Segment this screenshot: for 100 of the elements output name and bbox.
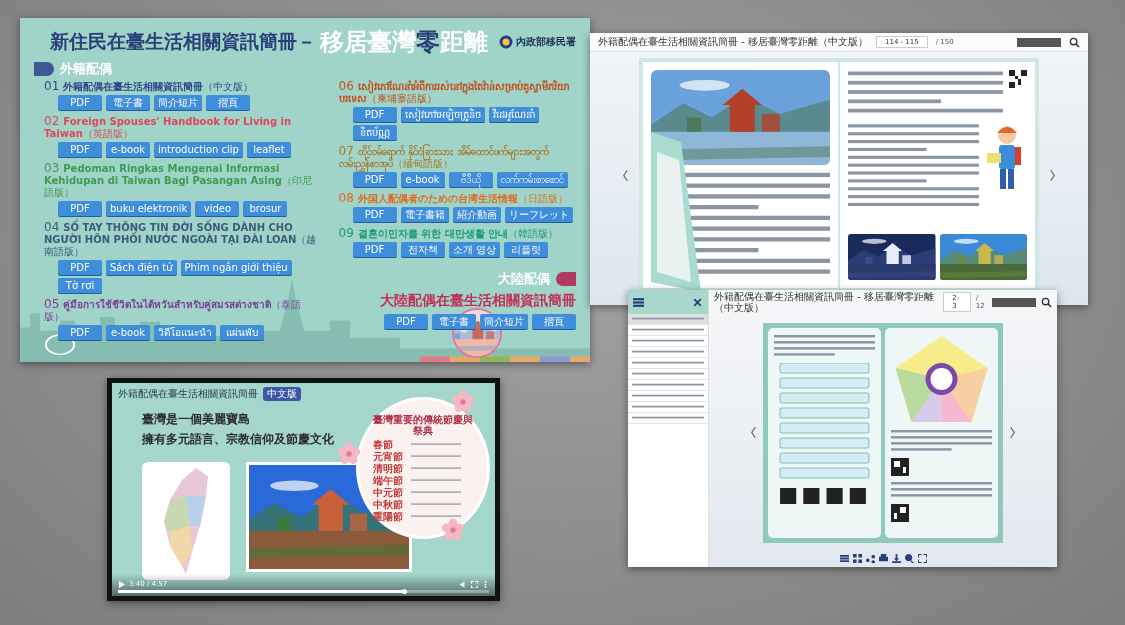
download-button[interactable]: 전자책 <box>400 242 445 257</box>
download-button[interactable]: PDF <box>58 95 102 110</box>
download-button[interactable]: PDF <box>352 107 397 122</box>
text-block-drawing <box>632 394 704 399</box>
download-button[interactable]: leaflet <box>246 142 291 157</box>
download-button[interactable]: video <box>195 201 240 216</box>
handbook-title: 04 SỔ TAY THÔNG TIN ĐỜI SỐNG DÀNH CHO NGƯỜI HÔN PHỐI NƯỚC NGOÀI TẠI ĐÀI LOAN（越南語版） <box>44 221 318 258</box>
text-block-drawing <box>632 317 704 322</box>
volume-icon[interactable] <box>460 580 467 588</box>
download-button[interactable]: 紹介動画 <box>452 207 501 222</box>
download-button[interactable]: 電子書 <box>106 95 150 110</box>
download-button[interactable]: วิดีโอแนะนำ <box>154 325 216 340</box>
thumbnails-icon[interactable] <box>852 554 862 563</box>
qr-code-icon <box>1009 70 1027 88</box>
section-marker <box>556 272 576 286</box>
download-button[interactable]: 摺頁 <box>206 95 250 110</box>
toc-item[interactable] <box>628 347 708 358</box>
download-button[interactable]: PDF <box>58 260 102 275</box>
progress-bar[interactable] <box>118 590 489 593</box>
handbook-title: 大陸配偶在臺生活相關資訊簡冊 <box>380 292 576 310</box>
print-icon[interactable] <box>878 554 888 563</box>
download-button[interactable]: 電子書 <box>432 314 476 329</box>
handbook-title: 07 ထိုင်ဝမ်ရောက် နိုင်ငံခြားသား အိမ်ထောင်ဖက်များအတွက် လမ်းညွှန်စာအုပ်（緬甸語版） <box>338 145 576 170</box>
download-button[interactable]: introduction clip <box>154 142 243 157</box>
toc-item[interactable] <box>628 369 708 380</box>
download-button[interactable]: សៀវភៅអេឡិចត្រូនិច <box>400 107 485 122</box>
download-button[interactable]: brosur <box>243 201 288 216</box>
download-button[interactable]: PDF <box>352 172 397 187</box>
download-button[interactable]: e-book <box>400 172 445 187</box>
video-title: 外籍配偶在臺生活相關資訊簡冊 <box>118 387 258 401</box>
fullscreen-icon[interactable] <box>917 554 927 563</box>
download-button[interactable]: PDF <box>58 325 102 340</box>
toc-item[interactable] <box>628 336 708 347</box>
download-button[interactable]: PDF <box>384 314 428 329</box>
download-button[interactable]: e-book <box>106 142 150 157</box>
download-button[interactable]: PDF <box>352 242 397 257</box>
download-button[interactable]: လက်ကမ်းစာစောင် <box>496 172 568 187</box>
text-block-drawing <box>411 455 461 458</box>
toc-item[interactable] <box>628 402 708 413</box>
download-button[interactable]: វីដេអូណែនាំ <box>488 107 539 122</box>
slogan: 移居臺灣零距離 <box>320 27 488 58</box>
download-button[interactable]: リーフレット <box>504 207 573 222</box>
previous-icon[interactable] <box>750 426 757 439</box>
section-heading: 大陸配偶 <box>498 270 550 288</box>
download-button[interactable]: Sách điện tử <box>106 260 177 275</box>
download-button[interactable]: ខិតប័ណ្ណ <box>352 125 397 140</box>
zoom-icon[interactable] <box>904 554 914 563</box>
download-button[interactable]: แผ่นพับ <box>220 325 264 340</box>
search-icon[interactable] <box>1069 36 1080 48</box>
book-title: 外籍配偶在臺生活相關資訊簡冊 - 移居臺灣零距離（中文版） <box>598 35 868 49</box>
download-button[interactable]: 簡介短片 <box>154 95 202 110</box>
qr-code-icon <box>891 457 909 476</box>
download-button[interactable]: 簡介短片 <box>480 314 528 329</box>
header-button[interactable] <box>992 297 1036 307</box>
text-block-drawing <box>411 443 461 446</box>
toc-item[interactable] <box>628 358 708 369</box>
section-heading: 外籍配偶 <box>60 60 112 78</box>
download-button[interactable]: e-book <box>106 325 150 340</box>
share-icon[interactable] <box>865 554 875 563</box>
play-icon[interactable] <box>118 580 125 588</box>
toc-item[interactable] <box>628 325 708 336</box>
list-icon[interactable] <box>633 296 644 308</box>
download-button[interactable]: PDF <box>352 207 397 222</box>
section-marker <box>34 62 54 76</box>
flower-icon <box>338 443 360 465</box>
previous-icon[interactable] <box>622 168 629 182</box>
download-button[interactable]: buku elektronik <box>106 201 192 216</box>
festival-name: 重陽節 <box>373 511 404 522</box>
download-button[interactable]: PDF <box>58 142 102 157</box>
header-button[interactable] <box>1017 37 1061 47</box>
book-title: 外籍配偶在臺生活相關資訊簡冊 - 移居臺灣零距離（中文版） <box>714 291 935 313</box>
toc-item[interactable] <box>628 380 708 391</box>
more-icon[interactable] <box>482 580 489 588</box>
handbook-title: 05 คู่มือการใช้ชีวิตในไต้หวันสำหรับคู่สมรสต่างชาติ（泰語版） <box>44 298 303 323</box>
handbook-title: 01 外籍配偶在臺生活相關資訊簡冊（中文版） <box>44 80 255 93</box>
toc-item[interactable] <box>628 314 708 325</box>
festival-card-title: 臺灣重要的傳統節慶與祭典 <box>372 414 474 436</box>
handbook-title: 03 Pedoman Ringkas Mengenai Informasi Kehidupan di Taiwan Bagi Pasangan Asing（印尼語版） <box>44 162 314 199</box>
festival-name: 端午節 <box>373 475 404 486</box>
table-of-contents-icon[interactable] <box>839 554 849 563</box>
next-icon[interactable] <box>1009 426 1016 439</box>
flower-icon <box>442 519 464 541</box>
download-button[interactable]: 摺頁 <box>532 314 576 329</box>
close-icon[interactable] <box>692 296 703 308</box>
download-button[interactable]: 電子書籍 <box>400 207 449 222</box>
festival-name: 中元節 <box>373 487 404 498</box>
download-icon[interactable] <box>891 554 901 563</box>
toc-item[interactable] <box>628 413 708 424</box>
poster-title: 新住民在臺生活相關資訊簡冊－ <box>50 29 316 54</box>
download-button[interactable]: PDF <box>58 201 102 216</box>
toc-item[interactable] <box>628 391 708 402</box>
download-button[interactable]: 소개 영상 <box>448 242 500 257</box>
download-button[interactable]: Tờ rơi <box>58 278 102 293</box>
search-icon[interactable] <box>1041 296 1052 308</box>
download-button[interactable]: ဗီဒီယို <box>448 172 493 187</box>
flower-icon <box>452 391 474 413</box>
next-icon[interactable] <box>1049 168 1056 182</box>
text-block-drawing <box>411 491 461 494</box>
download-button[interactable]: Phim ngắn giới thiệu <box>180 260 292 275</box>
download-button[interactable]: 리플릿 <box>503 242 548 257</box>
